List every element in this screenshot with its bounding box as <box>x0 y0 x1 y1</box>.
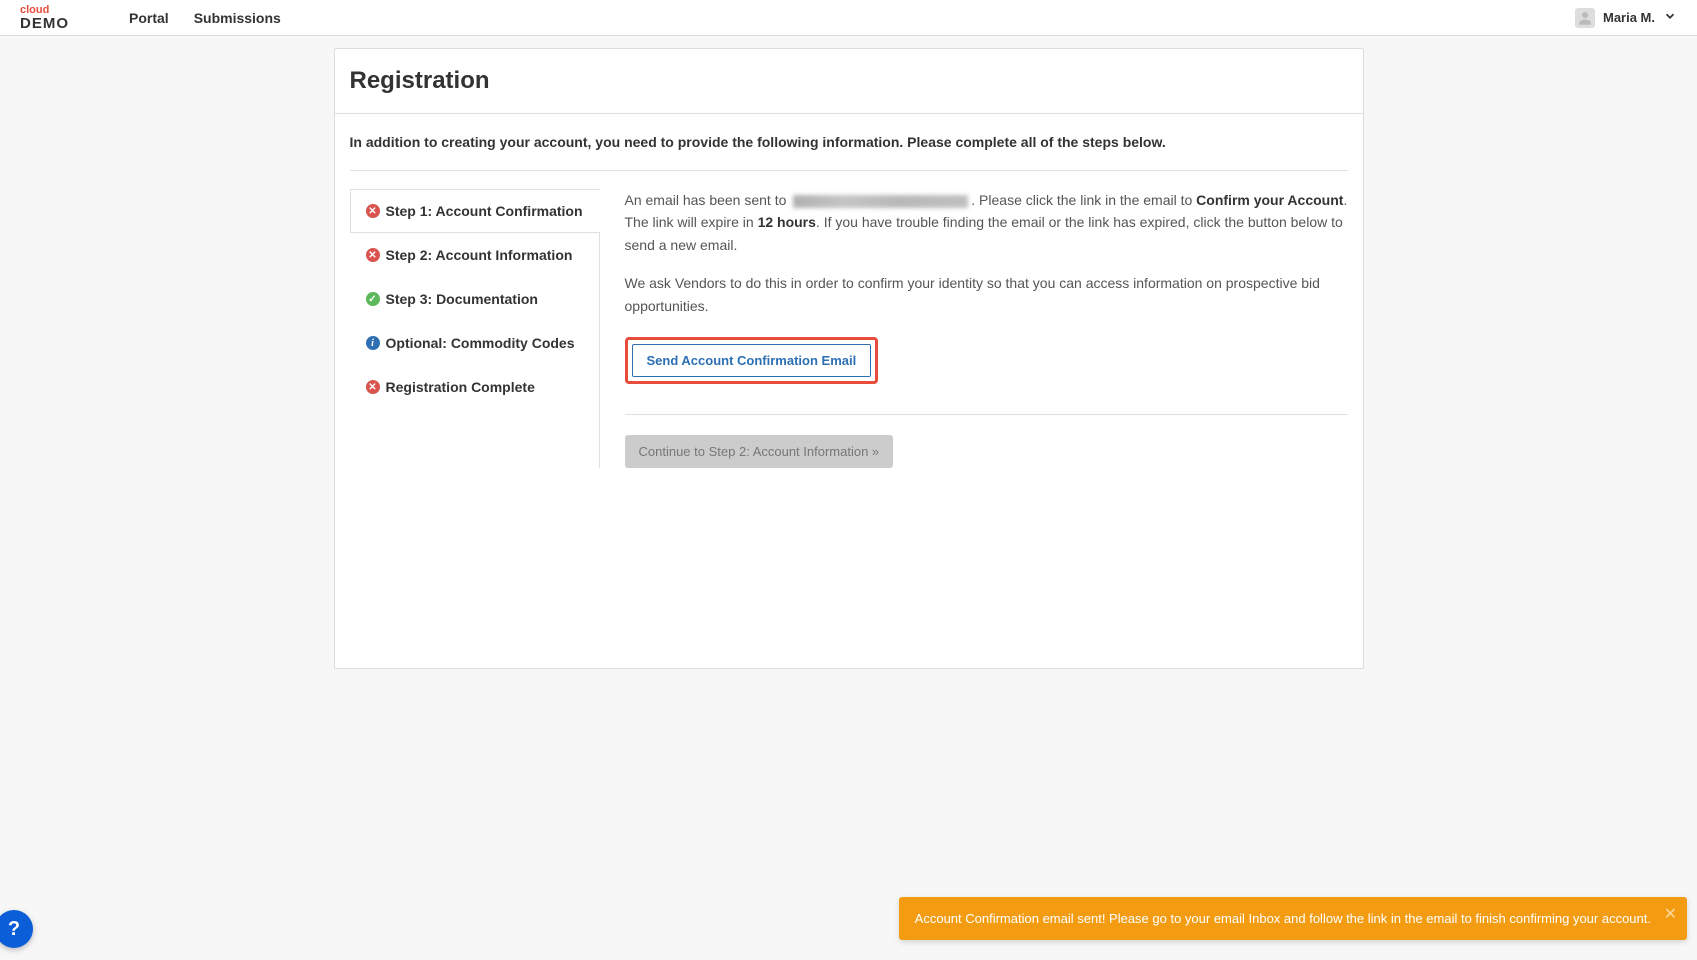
step-label: Optional: Commodity Codes <box>386 335 575 351</box>
text: An email has been sent to <box>625 192 791 208</box>
nav-portal[interactable]: Portal <box>129 10 169 26</box>
continue-step-2-button[interactable]: Continue to Step 2: Account Information … <box>625 435 894 468</box>
logo-cloud: cloud <box>20 5 69 16</box>
logo[interactable]: cloud DEMO <box>20 5 69 31</box>
help-button[interactable]: ? <box>0 910 33 948</box>
step-label: Step 2: Account Information <box>386 247 573 263</box>
toast-message: Account Confirmation email sent! Please … <box>915 911 1651 926</box>
logo-demo: DEMO <box>20 16 69 31</box>
error-icon: ✕ <box>366 248 380 262</box>
step-1-account-confirmation[interactable]: ✕ Step 1: Account Confirmation <box>350 189 600 233</box>
error-icon: ✕ <box>366 204 380 218</box>
step-label: Step 3: Documentation <box>386 291 538 307</box>
text-bold: 12 hours <box>758 214 816 230</box>
instructions-text: In addition to creating your account, yo… <box>335 114 1363 150</box>
divider <box>625 414 1348 415</box>
chevron-down-icon <box>1663 9 1677 26</box>
main-panel: Registration In addition to creating you… <box>334 48 1364 669</box>
user-menu[interactable]: Maria M. <box>1575 8 1677 28</box>
text-bold: Confirm your Account <box>1196 192 1343 208</box>
step-registration-complete[interactable]: ✕ Registration Complete <box>350 365 599 409</box>
info-icon: i <box>366 336 380 350</box>
user-name: Maria M. <box>1603 10 1655 25</box>
highlight-box: Send Account Confirmation Email <box>625 337 879 384</box>
layout: ✕ Step 1: Account Confirmation ✕ Step 2:… <box>335 171 1363 668</box>
success-icon: ✓ <box>366 292 380 306</box>
email-sent-paragraph: An email has been sent to . Please click… <box>625 189 1348 256</box>
vendor-confirm-paragraph: We ask Vendors to do this in order to co… <box>625 272 1348 317</box>
step-2-account-information[interactable]: ✕ Step 2: Account Information <box>350 233 599 277</box>
send-confirmation-email-button[interactable]: Send Account Confirmation Email <box>632 344 872 377</box>
nav-links: Portal Submissions <box>129 10 281 26</box>
redacted-email <box>793 195 968 208</box>
toast-notification: Account Confirmation email sent! Please … <box>899 897 1687 940</box>
avatar-icon <box>1575 8 1595 28</box>
error-icon: ✕ <box>366 380 380 394</box>
step-3-documentation[interactable]: ✓ Step 3: Documentation <box>350 277 599 321</box>
close-icon[interactable]: ✕ <box>1664 907 1677 923</box>
page-title: Registration <box>335 49 1363 113</box>
top-header: cloud DEMO Portal Submissions Maria M. <box>0 0 1697 36</box>
step-optional-commodity-codes[interactable]: i Optional: Commodity Codes <box>350 321 599 365</box>
step-label: Registration Complete <box>386 379 535 395</box>
nav-submissions[interactable]: Submissions <box>194 10 281 26</box>
text: . Please click the link in the email to <box>971 192 1196 208</box>
steps-sidebar: ✕ Step 1: Account Confirmation ✕ Step 2:… <box>350 189 600 468</box>
step-content: An email has been sent to . Please click… <box>625 189 1348 468</box>
step-label: Step 1: Account Confirmation <box>386 203 583 219</box>
